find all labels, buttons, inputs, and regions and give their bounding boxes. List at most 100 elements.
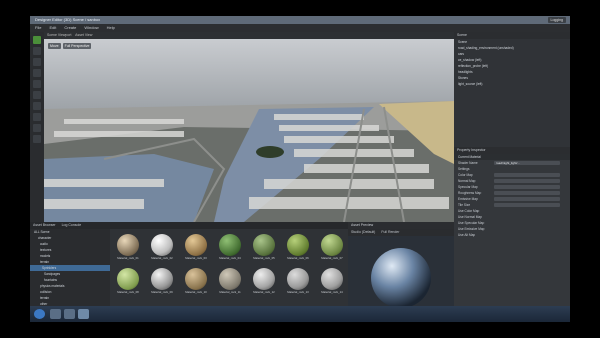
material-thumb[interactable]: Material_rock_08 xyxy=(112,268,144,300)
material-label: Material_rock_02 xyxy=(151,256,173,260)
scale-icon[interactable] xyxy=(33,80,41,88)
tab-asset-view[interactable]: Asset View xyxy=(75,33,92,37)
start-icon[interactable] xyxy=(34,309,45,319)
rotate-icon[interactable] xyxy=(33,69,41,77)
tab-log-console[interactable]: Log Console xyxy=(62,222,82,229)
scene-tree: Scene road_shading_environment (unshaded… xyxy=(454,39,570,147)
property-value[interactable] xyxy=(494,197,560,201)
material-sphere xyxy=(151,234,173,256)
material-label: Material_rock_10 xyxy=(185,290,207,294)
window-title: Designer Editor (3D) Scene / sanbox xyxy=(30,16,570,24)
tab-full-render[interactable]: Full Render xyxy=(381,229,399,236)
scene-item[interactable]: light_source (left) xyxy=(454,81,570,87)
material-label: Material_rock_06 xyxy=(287,256,309,260)
material-label: Material_rock_08 xyxy=(117,290,139,294)
material-thumb[interactable]: Material_rock_02 xyxy=(146,234,178,266)
menu-window[interactable]: Window xyxy=(84,24,98,32)
material-sphere xyxy=(287,234,309,256)
menu-bar: File Edit Create Window Help xyxy=(30,24,570,32)
property-value[interactable] xyxy=(494,191,560,195)
settings-icon[interactable] xyxy=(33,135,41,143)
move-mode-button[interactable]: Move xyxy=(48,43,61,49)
material-sphere xyxy=(219,268,241,290)
material-sphere xyxy=(287,268,309,290)
material-grid: Material_rock_01 Material_rock_02 Materi… xyxy=(112,234,348,314)
material-thumb[interactable]: Material_rock_12 xyxy=(248,268,280,300)
tab-asset-browser[interactable]: Asset Browser xyxy=(33,222,56,229)
property-value[interactable] xyxy=(494,173,560,177)
material-thumb[interactable]: Material_rock_01 xyxy=(112,234,144,266)
asset-browser: Asset Browser Log Console ALL Scene char… xyxy=(30,222,348,314)
menu-edit[interactable]: Edit xyxy=(49,24,56,32)
move-icon[interactable] xyxy=(33,58,41,66)
material-label: Material_rock_01 xyxy=(117,256,139,260)
explorer-icon[interactable] xyxy=(50,309,61,319)
preview-sphere[interactable] xyxy=(348,236,454,314)
material-label: Material_rock_12 xyxy=(253,290,275,294)
city-render xyxy=(44,39,454,222)
paint-icon[interactable] xyxy=(33,102,41,110)
play-icon[interactable] xyxy=(33,36,41,44)
material-thumb[interactable]: Material_rock_11 xyxy=(214,268,246,300)
material-sphere xyxy=(321,234,343,256)
material-sphere xyxy=(253,234,275,256)
login-button[interactable]: Logging xyxy=(547,17,566,23)
properties-title: Property Inspector xyxy=(454,147,570,154)
preview-title: Asset Preview xyxy=(348,222,454,229)
menu-create[interactable]: Create xyxy=(64,24,76,32)
camera-icon[interactable] xyxy=(33,113,41,121)
material-sphere xyxy=(321,268,343,290)
perspective-button[interactable]: Full Perspective xyxy=(62,43,92,49)
taskbar xyxy=(30,306,570,322)
material-thumb[interactable]: Material_rock_06 xyxy=(282,234,314,266)
tab-scene-viewport[interactable]: Scene Viewport xyxy=(47,33,71,37)
property-value[interactable]: road/night_light/... xyxy=(494,161,560,165)
material-sphere xyxy=(219,234,241,256)
scene-panel-title: Scene xyxy=(454,32,570,39)
material-label: Material_rock_07 xyxy=(321,256,343,260)
scene-viewport[interactable]: Move Full Perspective xyxy=(44,39,454,222)
tool-strip xyxy=(30,32,44,222)
preview-tabs: Studio (Default) Full Render xyxy=(348,229,454,236)
asset-tabs: Asset Browser Log Console xyxy=(30,222,348,229)
material-thumb[interactable]: Material_rock_03 xyxy=(180,234,212,266)
material-label: Material_rock_14 xyxy=(321,290,343,294)
material-thumb[interactable]: Material_rock_10 xyxy=(180,268,212,300)
menu-help[interactable]: Help xyxy=(107,24,115,32)
material-label: Material_rock_04 xyxy=(219,256,241,260)
tab-studio[interactable]: Studio (Default) xyxy=(351,229,375,236)
right-panel: Scene Scene road_shading_environment (un… xyxy=(454,32,570,322)
light-icon[interactable] xyxy=(33,124,41,132)
material-thumb[interactable]: Material_rock_09 xyxy=(146,268,178,300)
select-icon[interactable] xyxy=(33,47,41,55)
property-value[interactable] xyxy=(494,179,560,183)
material-sphere xyxy=(253,268,275,290)
viewport-toolbar: Move Full Perspective xyxy=(48,43,92,49)
browser-icon[interactable] xyxy=(64,309,75,319)
asset-tree: ALL Scene character audio textures model… xyxy=(30,229,110,314)
asset-preview: Asset Preview Studio (Default) Full Rend… xyxy=(348,222,454,314)
material-label: Material_rock_11 xyxy=(219,290,241,294)
material-sphere xyxy=(117,234,139,256)
terrain-icon[interactable] xyxy=(33,91,41,99)
material-thumb[interactable]: Material_rock_07 xyxy=(316,234,348,266)
material-thumb[interactable]: Material_rock_04 xyxy=(214,234,246,266)
material-sphere xyxy=(185,234,207,256)
material-sphere xyxy=(151,268,173,290)
editor-icon[interactable] xyxy=(78,309,89,319)
material-sphere xyxy=(185,268,207,290)
viewport-tabs: Scene Viewport Asset View xyxy=(44,32,454,39)
material-label: Material_rock_13 xyxy=(287,290,309,294)
material-label: Material_rock_03 xyxy=(185,256,207,260)
material-thumb[interactable]: Material_rock_13 xyxy=(282,268,314,300)
menu-file[interactable]: File xyxy=(35,24,41,32)
editor-window: Designer Editor (3D) Scene / sanbox File… xyxy=(30,16,570,322)
property-label: Use Alt Map xyxy=(458,233,476,237)
material-sphere xyxy=(117,268,139,290)
material-thumb[interactable]: Material_rock_05 xyxy=(248,234,280,266)
property-list: Shader Name road/night_light/... Settings… xyxy=(454,160,570,238)
material-thumb[interactable]: Material_rock_14 xyxy=(316,268,348,300)
material-label: Material_rock_09 xyxy=(151,290,173,294)
property-value[interactable] xyxy=(494,185,560,189)
property-value[interactable] xyxy=(494,203,560,207)
